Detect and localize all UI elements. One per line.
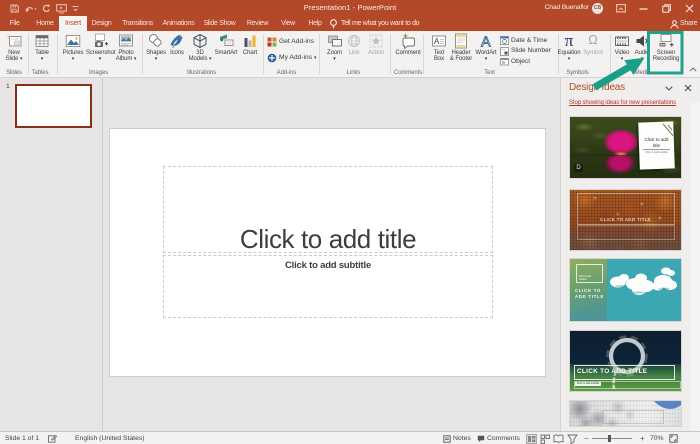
svg-text:A: A [434, 37, 440, 46]
svg-text:A: A [481, 35, 491, 50]
